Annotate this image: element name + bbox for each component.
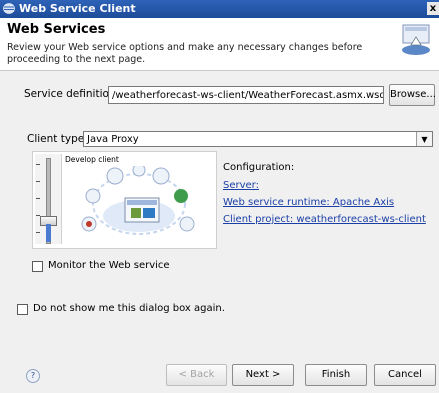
runtime-link[interactable]: Web service runtime: Apache Axis (223, 197, 394, 208)
next-button[interactable]: Next > (232, 364, 294, 386)
page-title: Web Services (7, 22, 106, 37)
header-banner: Web Services Review your Web service opt… (0, 18, 439, 71)
slider-tick (36, 232, 40, 233)
eclipse-icon (3, 3, 15, 14)
chevron-down-icon[interactable]: ▼ (416, 132, 432, 146)
page-description: Review your Web service options and make… (7, 42, 363, 65)
slider-tick (36, 164, 40, 165)
dont-show-label: Do not show me this dialog box again. (33, 303, 225, 314)
slider-tick (36, 198, 40, 199)
client-type-value: Java Proxy (87, 134, 139, 145)
web-service-wizard-icon (402, 24, 430, 55)
dont-show-checkbox[interactable] (17, 304, 28, 315)
back-button[interactable]: < Back (166, 364, 227, 386)
service-definition-field[interactable]: /weatherforecast-ws-client/WeatherForeca… (108, 86, 384, 104)
monitor-label: Monitor the Web service (48, 260, 170, 271)
client-type-label: Client type: (27, 133, 88, 145)
client-type-dropdown[interactable]: Java Proxy ▼ (83, 131, 433, 147)
finish-button[interactable]: Finish (305, 364, 367, 386)
title-bar: Web Service Client x (0, 0, 439, 18)
browse-button[interactable]: Browse... (389, 84, 436, 106)
slider-tick (36, 181, 40, 182)
configuration-label: Configuration: (223, 162, 295, 173)
close-button[interactable]: x (427, 2, 439, 15)
client-project-link[interactable]: Client project: weatherforecast-ws-clien… (223, 214, 426, 225)
window-title: Web Service Client (19, 2, 136, 15)
monitor-checkbox[interactable] (32, 261, 43, 272)
client-generation-slider-panel: Develop client (32, 151, 217, 249)
slider-caption: Develop client (65, 155, 119, 164)
help-icon[interactable]: ? (26, 369, 40, 383)
cancel-button[interactable]: Cancel (374, 364, 436, 386)
develop-client-illustration-icon (81, 166, 195, 235)
service-definition-label: Service definition: (24, 88, 120, 100)
slider-fill (46, 224, 51, 242)
slider-area (35, 154, 62, 244)
server-link[interactable]: Server: (223, 180, 259, 191)
